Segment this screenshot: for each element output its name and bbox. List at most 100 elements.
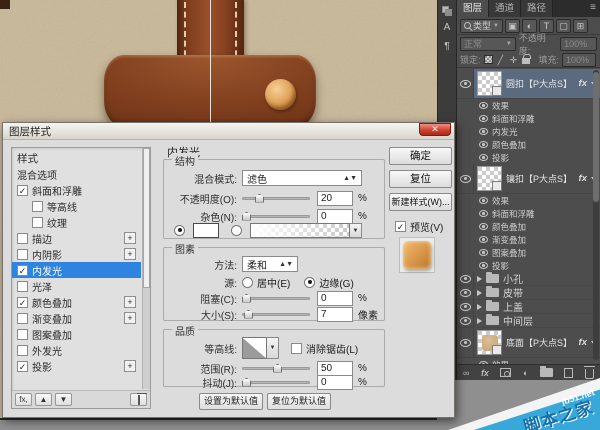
style-checkbox[interactable] — [17, 313, 28, 324]
tab-channels[interactable]: 通道 — [489, 0, 521, 17]
layer-row-bottom-face[interactable]: 底面【P大点S】 fx — [457, 328, 600, 358]
eye-icon[interactable] — [479, 223, 488, 230]
effect-row-color-overlay[interactable]: 颜色叠加 — [457, 138, 600, 151]
opacity-select[interactable]: 100% — [560, 37, 597, 51]
style-item-outer-glow[interactable]: 外发光 — [12, 342, 141, 358]
style-item-contour[interactable]: 等高线 — [12, 198, 141, 214]
preview-checkbox[interactable] — [395, 221, 406, 232]
effect-row-gradient-overlay[interactable]: 渐变叠加 — [457, 233, 600, 246]
visibility-cell[interactable] — [457, 300, 474, 314]
contour-arrow-icon[interactable]: ▼ — [267, 337, 279, 359]
lock-position-icon[interactable]: ✛ — [509, 55, 519, 65]
lock-transparency-icon[interactable] — [484, 55, 493, 64]
add-effect-button[interactable]: fx, — [15, 393, 32, 406]
new-style-button[interactable]: 新建样式(W)... — [389, 193, 452, 211]
layers-scrollbar[interactable] — [593, 70, 599, 360]
slider-thumb[interactable] — [244, 310, 253, 319]
add-layer-mask-icon[interactable] — [500, 368, 511, 377]
range-slider[interactable] — [242, 367, 310, 370]
opacity-slider[interactable] — [242, 197, 310, 200]
group-name[interactable]: 上盖 — [503, 299, 523, 314]
disclosure-icon[interactable] — [477, 290, 482, 296]
jitter-input[interactable]: 0 — [317, 375, 353, 390]
eye-icon[interactable] — [479, 210, 488, 217]
eye-icon[interactable] — [460, 175, 471, 183]
lock-all-icon[interactable] — [522, 58, 530, 64]
group-name[interactable]: 中间层 — [503, 313, 533, 328]
slider-thumb[interactable] — [273, 364, 282, 373]
add-instance-icon[interactable]: + — [124, 296, 136, 308]
antialias-checkbox[interactable] — [291, 343, 302, 354]
group-row-small-holes[interactable]: 小孔 — [457, 272, 600, 286]
tab-paths[interactable]: 路径 — [521, 0, 553, 17]
slider-thumb[interactable] — [242, 294, 251, 303]
style-checkbox[interactable] — [32, 217, 43, 228]
layer-row-round-buckle[interactable]: 圆扣【P大点S】 fx — [457, 69, 600, 99]
lock-pixels-icon[interactable]: ╱ — [496, 55, 506, 65]
blend-mode-select[interactable]: 正常 ▼ — [460, 37, 516, 51]
layer-thumbnail[interactable] — [477, 330, 502, 355]
slider-thumb[interactable] — [242, 212, 251, 221]
eye-icon[interactable] — [479, 154, 488, 161]
slider-thumb[interactable] — [242, 378, 251, 387]
opacity-input[interactable]: 20 — [317, 191, 353, 206]
style-checkbox[interactable] — [17, 297, 28, 308]
disclosure-icon[interactable] — [477, 304, 482, 310]
add-instance-icon[interactable]: + — [124, 312, 136, 324]
eye-icon[interactable] — [479, 262, 488, 269]
visibility-cell[interactable] — [457, 272, 474, 286]
dialog-titlebar[interactable]: 图层样式 — [3, 123, 454, 140]
glow-gradient-bar[interactable] — [250, 223, 350, 238]
visibility-cell[interactable] — [457, 69, 474, 98]
eye-icon[interactable] — [479, 197, 488, 204]
filter-pixel-icon[interactable]: ▣ — [505, 19, 520, 33]
swatches-panel-icon[interactable] — [442, 6, 452, 16]
style-checkbox[interactable] — [17, 233, 28, 244]
new-group-icon[interactable] — [540, 368, 553, 377]
group-row-top-cover[interactable]: 上盖 — [457, 300, 600, 314]
eye-icon[interactable] — [460, 317, 471, 325]
eye-icon[interactable] — [479, 128, 488, 135]
style-item-bevel-emboss[interactable]: 斜面和浮雕 — [12, 182, 141, 198]
tab-layers[interactable]: 图层 — [457, 0, 489, 17]
visibility-cell[interactable] — [457, 314, 474, 328]
reset-button[interactable]: 复位 — [389, 170, 452, 188]
filter-type-select[interactable]: 类型 ▼ — [460, 19, 503, 33]
style-item-pattern-overlay[interactable]: 图案叠加 — [12, 326, 141, 342]
style-checkbox[interactable] — [32, 201, 43, 212]
eye-icon[interactable] — [460, 289, 471, 297]
style-item-drop-shadow[interactable]: 投影+ — [12, 358, 141, 374]
delete-layer-icon[interactable] — [585, 369, 594, 379]
style-checkbox[interactable] — [17, 361, 28, 372]
choke-slider[interactable] — [242, 297, 310, 300]
effect-row-bevel[interactable]: 斜面和浮雕 — [457, 112, 600, 125]
eye-icon[interactable] — [479, 102, 488, 109]
eye-icon[interactable] — [460, 303, 471, 311]
panel-menu-icon[interactable]: ≡ — [590, 0, 600, 17]
effects-header-row[interactable]: 效果 — [457, 99, 600, 112]
style-checkbox[interactable] — [17, 329, 28, 340]
disclosure-icon[interactable] — [477, 276, 482, 282]
technique-select[interactable]: 柔和 ▲▼ — [242, 256, 298, 272]
eye-icon[interactable] — [479, 236, 488, 243]
disclosure-icon[interactable] — [477, 318, 482, 324]
effect-row-pattern-overlay[interactable]: 图案叠加 — [457, 246, 600, 259]
visibility-cell[interactable] — [457, 286, 474, 300]
new-layer-icon[interactable] — [564, 368, 573, 378]
noise-slider[interactable] — [242, 215, 310, 218]
style-checkbox[interactable] — [17, 265, 28, 276]
size-slider[interactable] — [242, 313, 310, 316]
reset-default-button[interactable]: 复位为默认值 — [267, 393, 331, 410]
blend-mode-select[interactable]: 滤色 ▲▼ — [242, 170, 362, 186]
fill-select[interactable]: 100% — [562, 53, 596, 67]
effect-row-drop-shadow[interactable]: 投影 — [457, 151, 600, 164]
character-panel-icon[interactable]: A — [440, 21, 454, 35]
choke-input[interactable]: 0 — [317, 291, 353, 306]
style-item-blending-options[interactable]: 混合选项 — [12, 166, 141, 182]
eye-icon[interactable] — [479, 141, 488, 148]
delete-effect-button[interactable] — [130, 393, 147, 406]
glow-color-radio[interactable] — [174, 225, 185, 236]
add-instance-icon[interactable]: + — [124, 360, 136, 372]
slider-thumb[interactable] — [255, 194, 264, 203]
close-icon[interactable]: ✕ — [419, 123, 451, 136]
